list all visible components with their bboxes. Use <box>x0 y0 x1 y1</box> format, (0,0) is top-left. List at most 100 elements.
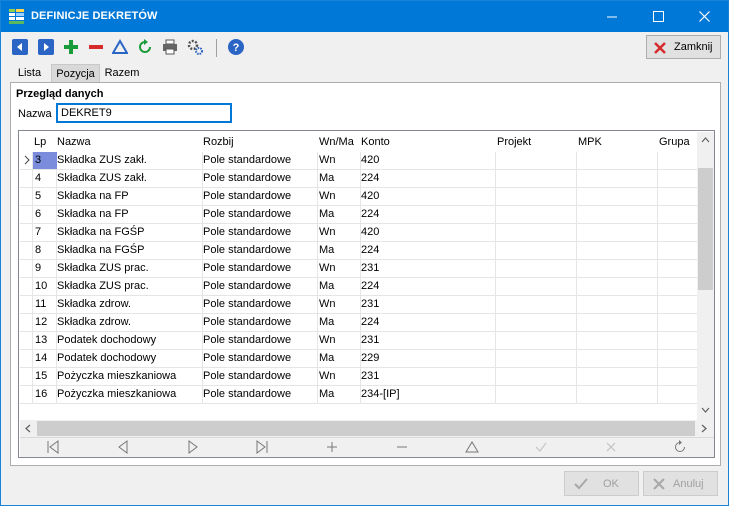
table-cell[interactable]: Ma <box>319 316 334 328</box>
help-icon[interactable]: ? <box>228 39 244 55</box>
table-cell[interactable]: 16 <box>35 388 47 400</box>
table-cell[interactable]: 4 <box>35 172 41 184</box>
table-cell[interactable]: Pole standardowe <box>203 298 291 310</box>
table-row[interactable]: 16 Pożyczka mieszkaniowa Pole standardowe M… <box>20 386 697 404</box>
table-cell[interactable]: Wn <box>319 226 336 238</box>
table-row[interactable]: 5 Składka na FP Pole standardowe Wn 420 <box>20 188 697 206</box>
table-cell[interactable]: 3 <box>35 154 41 166</box>
edit-record-icon[interactable] <box>465 440 479 454</box>
first-record-icon[interactable] <box>46 440 60 454</box>
column-header-wnma[interactable]: Wn/Ma <box>319 136 354 148</box>
table-cell[interactable]: Składka ZUS zakł. <box>57 172 147 184</box>
column-header-nazwa[interactable]: Nazwa <box>57 136 91 148</box>
table-cell[interactable]: 224 <box>361 316 379 328</box>
table-row[interactable]: 7 Składka na FGŚP Pole standardowe Wn 420 <box>20 224 697 242</box>
table-cell[interactable]: 12 <box>35 316 47 328</box>
table-cell[interactable]: Składka na FP <box>57 208 129 220</box>
table-cell[interactable]: Ma <box>319 172 334 184</box>
table-cell[interactable]: Ma <box>319 280 334 292</box>
table-row[interactable]: 3 Składka ZUS zakł. Pole standardowe Wn 420 <box>20 152 697 170</box>
table-cell[interactable]: 229 <box>361 352 379 364</box>
cancel-button[interactable]: Anuluj <box>643 471 718 496</box>
table-cell[interactable]: Wn <box>319 154 336 166</box>
table-cell[interactable]: 224 <box>361 172 379 184</box>
table-cell[interactable]: 224 <box>361 244 379 256</box>
table-cell[interactable]: Składka zdrow. <box>57 298 131 310</box>
table-cell[interactable]: Składka na FGŚP <box>57 226 144 238</box>
table-cell[interactable]: 15 <box>35 370 47 382</box>
table-cell[interactable]: Pole standardowe <box>203 154 291 166</box>
minimize-button[interactable] <box>590 1 636 32</box>
table-cell[interactable]: 231 <box>361 370 379 382</box>
table-cell[interactable]: 5 <box>35 190 41 202</box>
nazwa-input[interactable]: DEKRET9 <box>56 103 232 123</box>
table-cell[interactable]: 420 <box>361 154 379 166</box>
table-cell[interactable]: Wn <box>319 190 336 202</box>
table-cell[interactable]: Składka ZUS prac. <box>57 262 149 274</box>
table-cell[interactable]: Pożyczka mieszkaniowa <box>57 388 176 400</box>
table-cell[interactable]: 231 <box>361 334 379 346</box>
table-cell[interactable]: 11 <box>35 298 46 310</box>
table-row[interactable]: 14 Podatek dochodowy Pole standardowe Ma 229 <box>20 350 697 368</box>
table-cell[interactable]: 224 <box>361 208 379 220</box>
refresh-records-icon[interactable] <box>673 440 687 454</box>
previous-icon[interactable] <box>12 39 28 55</box>
table-row[interactable]: 11 Składka zdrow. Pole standardowe Wn 231 <box>20 296 697 314</box>
table-cell[interactable]: 8 <box>35 244 41 256</box>
table-cell[interactable]: 234-[IP] <box>361 388 400 400</box>
table-cell[interactable]: 9 <box>35 262 41 274</box>
delete-icon[interactable] <box>88 39 104 55</box>
table-cell[interactable]: Ma <box>319 244 334 256</box>
table-cell[interactable]: Pole standardowe <box>203 190 291 202</box>
table-cell[interactable]: Pole standardowe <box>203 388 291 400</box>
table-row[interactable]: 13 Podatek dochodowy Pole standardowe Wn 231 <box>20 332 697 350</box>
scroll-down-icon[interactable] <box>701 407 710 413</box>
tab-lista[interactable]: Lista <box>8 64 51 82</box>
table-cell[interactable]: Ma <box>319 208 334 220</box>
cancel-record-icon[interactable] <box>604 440 618 454</box>
edit-triangle-icon[interactable] <box>112 39 128 55</box>
table-cell[interactable]: Podatek dochodowy <box>57 334 156 346</box>
last-record-icon[interactable] <box>255 440 269 454</box>
prior-record-icon[interactable] <box>116 440 130 454</box>
table-cell[interactable]: Ma <box>319 388 334 400</box>
table-cell[interactable]: Pole standardowe <box>203 316 291 328</box>
table-cell[interactable]: Składka na FGŚP <box>57 244 144 256</box>
table-cell[interactable]: 231 <box>361 298 379 310</box>
table-cell[interactable]: Składka na FP <box>57 190 129 202</box>
table-cell[interactable]: 7 <box>35 226 41 238</box>
next-icon[interactable] <box>38 39 54 55</box>
next-record-icon[interactable] <box>186 440 200 454</box>
table-cell[interactable]: Pole standardowe <box>203 334 291 346</box>
maximize-button[interactable] <box>636 1 682 32</box>
column-header-konto[interactable]: Konto <box>361 136 390 148</box>
horizontal-scroll-thumb[interactable] <box>37 421 695 436</box>
table-cell[interactable]: Składka ZUS prac. <box>57 280 149 292</box>
column-header-lp[interactable]: Lp <box>34 136 46 148</box>
window-close-button[interactable] <box>682 1 728 32</box>
table-cell[interactable]: 224 <box>361 280 379 292</box>
table-row[interactable]: 12 Składka zdrow. Pole standardowe Ma 224 <box>20 314 697 332</box>
ok-button[interactable]: OK <box>564 471 639 496</box>
table-cell[interactable]: Ma <box>319 352 334 364</box>
table-row[interactable]: 6 Składka na FP Pole standardowe Ma 224 <box>20 206 697 224</box>
table-cell[interactable]: Wn <box>319 262 336 274</box>
delete-record-icon[interactable] <box>395 440 409 454</box>
table-cell[interactable]: Wn <box>319 370 336 382</box>
column-header-grupa[interactable]: Grupa <box>659 136 690 148</box>
table-cell[interactable]: Wn <box>319 298 336 310</box>
table-cell[interactable]: Pole standardowe <box>203 226 291 238</box>
table-cell[interactable]: Pole standardowe <box>203 208 291 220</box>
column-header-mpk[interactable]: MPK <box>578 136 602 148</box>
print-icon[interactable] <box>162 39 178 55</box>
horizontal-scrollbar[interactable] <box>20 420 714 437</box>
settings-icon[interactable] <box>187 39 203 55</box>
table-cell[interactable]: Pole standardowe <box>203 280 291 292</box>
table-row[interactable]: 4 Składka ZUS zakł. Pole standardowe Ma 224 <box>20 170 697 188</box>
table-cell[interactable]: Podatek dochodowy <box>57 352 156 364</box>
table-cell[interactable]: 14 <box>35 352 47 364</box>
vertical-scrollbar[interactable] <box>697 132 714 420</box>
column-header-rozbij[interactable]: Rozbij <box>203 136 234 148</box>
table-cell[interactable]: Pole standardowe <box>203 244 291 256</box>
table-cell[interactable]: Pożyczka mieszkaniowa <box>57 370 176 382</box>
